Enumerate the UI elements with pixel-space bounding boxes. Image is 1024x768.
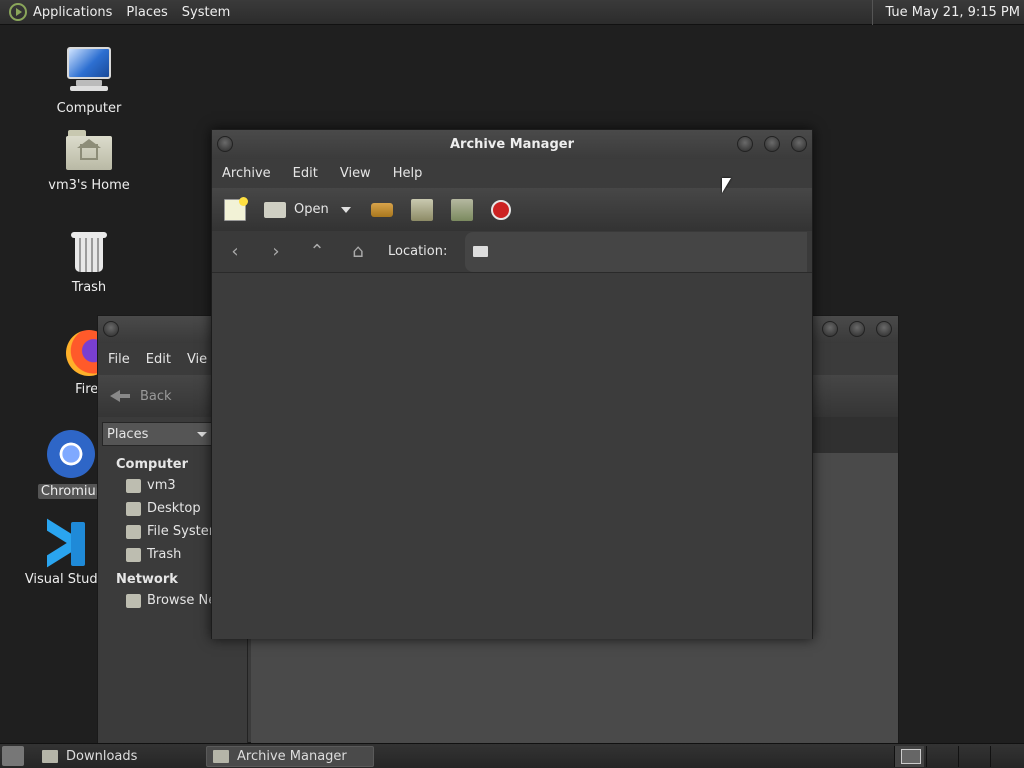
places-menu[interactable]: Places <box>126 5 175 20</box>
window-menu-button[interactable] <box>217 136 233 152</box>
archive-manager-toolbar: Open <box>212 188 812 231</box>
close-button[interactable] <box>876 321 892 337</box>
add-folder-icon[interactable] <box>450 198 473 221</box>
archive-menu[interactable]: Archive <box>222 166 271 181</box>
sidebar-item-label: Browse Ne <box>147 593 217 608</box>
desktop-icon-label: Chromiur <box>37 484 105 499</box>
folder-icon <box>42 749 58 763</box>
new-archive-icon[interactable] <box>224 196 248 221</box>
vscode-icon <box>45 518 89 568</box>
stop-icon[interactable] <box>490 199 511 220</box>
distro-logo-icon[interactable] <box>9 3 27 21</box>
desktop-icon-home[interactable]: vm3's Home <box>34 130 144 193</box>
workspace-1[interactable] <box>894 746 924 767</box>
maximize-button[interactable] <box>849 321 865 337</box>
window-title: Archive Manager <box>450 137 574 152</box>
archive-manager-titlebar[interactable]: Archive Manager <box>212 130 812 159</box>
archive-manager-icon <box>213 749 229 763</box>
clock[interactable]: Tue May 21, 9:15 PM <box>872 0 1024 25</box>
maximize-button[interactable] <box>764 136 780 152</box>
applications-menu[interactable]: Applications <box>33 5 120 20</box>
archive-manager-window: Archive Manager Archive Edit View Help O… <box>211 129 813 639</box>
home-icon[interactable]: ⌂ <box>347 241 369 262</box>
show-desktop-icon[interactable] <box>2 746 24 766</box>
open-archive-icon[interactable] <box>264 201 286 218</box>
desktop-icon-computer[interactable]: Computer <box>34 45 144 116</box>
close-button[interactable] <box>791 136 807 152</box>
task-label: Archive Manager <box>237 748 347 764</box>
desktop-icon-label: Trash <box>71 280 107 295</box>
location-field[interactable] <box>465 231 808 272</box>
window-menu-button[interactable] <box>103 321 119 337</box>
minimize-button[interactable] <box>822 321 838 337</box>
task-archive-manager[interactable]: Archive Manager <box>206 745 374 767</box>
desktop-icon-trash[interactable]: Trash <box>34 230 144 295</box>
workspace-2[interactable] <box>926 746 956 767</box>
chromium-icon <box>47 430 95 478</box>
back-arrow-icon[interactable] <box>110 388 132 404</box>
add-files-icon[interactable] <box>410 198 433 221</box>
workspace-3[interactable] <box>958 746 988 767</box>
desktop-icon-label: Computer <box>56 101 122 116</box>
sidebar-item-label: File Systen <box>147 524 217 539</box>
sidebar-item-label: Desktop <box>147 501 201 516</box>
network-icon <box>126 593 141 608</box>
view-menu[interactable]: View <box>340 166 371 181</box>
view-menu[interactable]: Vie <box>187 352 207 367</box>
workspace-4[interactable] <box>990 746 1020 767</box>
archive-location-bar: ‹ › ⌃ ⌂ Location: <box>212 231 812 273</box>
minimize-button[interactable] <box>737 136 753 152</box>
forward-icon[interactable]: › <box>265 241 287 262</box>
folder-icon <box>473 246 489 257</box>
back-icon[interactable]: ‹ <box>224 241 246 262</box>
system-menu[interactable]: System <box>182 5 238 20</box>
location-label: Location: <box>388 244 448 259</box>
top-panel: Applications Places System Tue May 21, 9… <box>0 0 1024 25</box>
edit-menu[interactable]: Edit <box>293 166 318 181</box>
task-downloads[interactable]: Downloads <box>36 746 194 767</box>
desktop-icon-label: vm3's Home <box>48 178 130 193</box>
trash-icon <box>71 230 107 274</box>
sidebar-item-label: Trash <box>147 547 182 562</box>
sidebar-item-label: vm3 <box>147 478 176 493</box>
home-folder-icon <box>66 130 112 172</box>
open-dropdown-arrow-icon[interactable] <box>340 206 351 213</box>
extract-icon[interactable] <box>370 202 393 217</box>
task-label: Downloads <box>66 748 138 764</box>
places-dropdown[interactable]: Places <box>102 422 214 446</box>
back-button[interactable]: Back <box>140 389 172 404</box>
desktop-folder-icon <box>126 501 141 516</box>
help-menu[interactable]: Help <box>393 166 423 181</box>
trash-icon <box>126 547 141 562</box>
drive-icon <box>126 524 141 539</box>
bottom-taskbar: Downloads Archive Manager <box>0 743 1024 768</box>
up-icon[interactable]: ⌃ <box>306 241 328 262</box>
file-menu[interactable]: File <box>108 352 130 367</box>
computer-icon <box>64 45 114 95</box>
home-folder-icon <box>126 478 141 493</box>
edit-menu[interactable]: Edit <box>146 352 171 367</box>
mouse-cursor-icon <box>722 178 731 193</box>
open-button[interactable]: Open <box>294 202 329 217</box>
archive-file-list[interactable] <box>212 273 812 639</box>
